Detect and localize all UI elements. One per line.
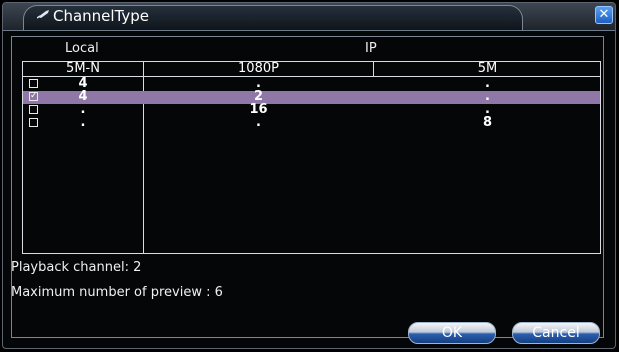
cell-5m-n: . xyxy=(80,115,86,130)
cancel-button[interactable]: Cancel xyxy=(512,322,600,344)
ip-section-label: IP xyxy=(365,41,377,56)
title-bar: ChannelType ✕ xyxy=(3,3,615,31)
playback-channel-text: Playback channel: 2 xyxy=(11,260,142,275)
local-section-label: Local xyxy=(65,41,99,56)
channel-type-table: 5M-N 1080P 5M 4 . . ✓ 4 2 . . 16 . . . 8 xyxy=(22,61,601,254)
brush-icon xyxy=(37,10,49,19)
cell-1080p: . xyxy=(256,115,261,130)
table-row[interactable]: . . 8 xyxy=(23,115,600,130)
close-button[interactable]: ✕ xyxy=(595,6,613,24)
column-header-5m-n: 5M-N xyxy=(66,61,100,76)
cell-5m: 8 xyxy=(482,115,493,130)
close-icon: ✕ xyxy=(598,7,610,22)
column-header-1080p: 1080P xyxy=(238,61,279,76)
column-header-5m: 5M xyxy=(477,61,498,76)
ok-button[interactable]: OK xyxy=(408,322,496,344)
max-preview-text: Maximum number of preview : 6 xyxy=(11,285,223,300)
channel-type-dialog: ChannelType ✕ Local IP 5M-N 1080P 5M 4 .… xyxy=(2,2,616,349)
dialog-title: ChannelType xyxy=(53,7,150,25)
